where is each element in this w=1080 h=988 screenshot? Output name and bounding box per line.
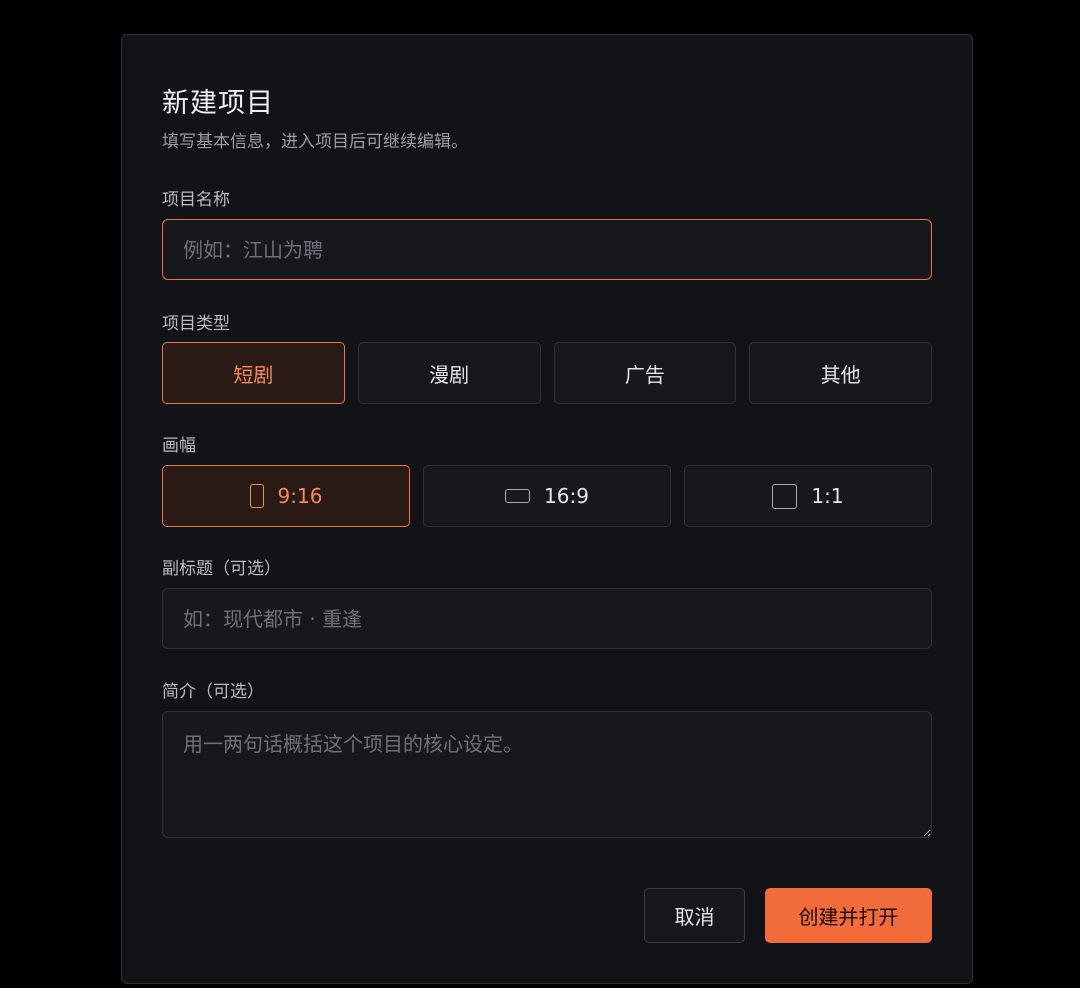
type-option-ad[interactable]: 广告 xyxy=(553,342,737,404)
square-ratio-icon xyxy=(772,483,798,509)
subtitle-input[interactable] xyxy=(162,588,932,649)
ratio-option-1-1[interactable]: 1:1 xyxy=(684,465,932,527)
type-option-short-drama[interactable]: 短剧 xyxy=(162,342,345,404)
project-type-group: 短剧 漫剧 广告 其他 xyxy=(162,342,932,404)
landscape-ratio-icon xyxy=(505,489,531,503)
type-option-label: 其他 xyxy=(820,362,861,387)
type-option-label: 广告 xyxy=(624,362,665,387)
dialog-subtitle: 填写基本信息，进入项目后可继续编辑。 xyxy=(162,132,468,152)
type-option-other[interactable]: 其他 xyxy=(749,342,932,404)
type-option-label: 短剧 xyxy=(233,362,274,387)
project-name-input[interactable] xyxy=(162,219,932,280)
ratio-option-label: 16:9 xyxy=(544,484,589,508)
new-project-dialog: 新建项目 填写基本信息，进入项目后可继续编辑。 项目名称 项目类型 短剧 漫剧 … xyxy=(121,34,973,984)
ratio-option-16-9[interactable]: 16:9 xyxy=(423,465,671,527)
dialog-title: 新建项目 xyxy=(162,88,274,119)
portrait-ratio-icon xyxy=(249,484,264,508)
type-option-comic-drama[interactable]: 漫剧 xyxy=(357,342,541,404)
project-type-label: 项目类型 xyxy=(162,314,230,334)
ratio-option-9-16[interactable]: 9:16 xyxy=(162,465,410,527)
cancel-button[interactable]: 取消 xyxy=(644,888,745,943)
type-option-label: 漫剧 xyxy=(429,362,470,387)
aspect-ratio-group: 9:16 16:9 1:1 xyxy=(162,465,932,527)
intro-textarea[interactable] xyxy=(162,711,932,838)
project-name-label: 项目名称 xyxy=(162,190,230,210)
aspect-ratio-label: 画幅 xyxy=(162,436,196,456)
create-and-open-button[interactable]: 创建并打开 xyxy=(765,888,932,943)
ratio-option-label: 1:1 xyxy=(811,484,844,508)
intro-label: 简介（可选） xyxy=(162,682,264,702)
ratio-option-label: 9:16 xyxy=(277,484,323,508)
subtitle-label: 副标题（可选） xyxy=(162,559,281,579)
